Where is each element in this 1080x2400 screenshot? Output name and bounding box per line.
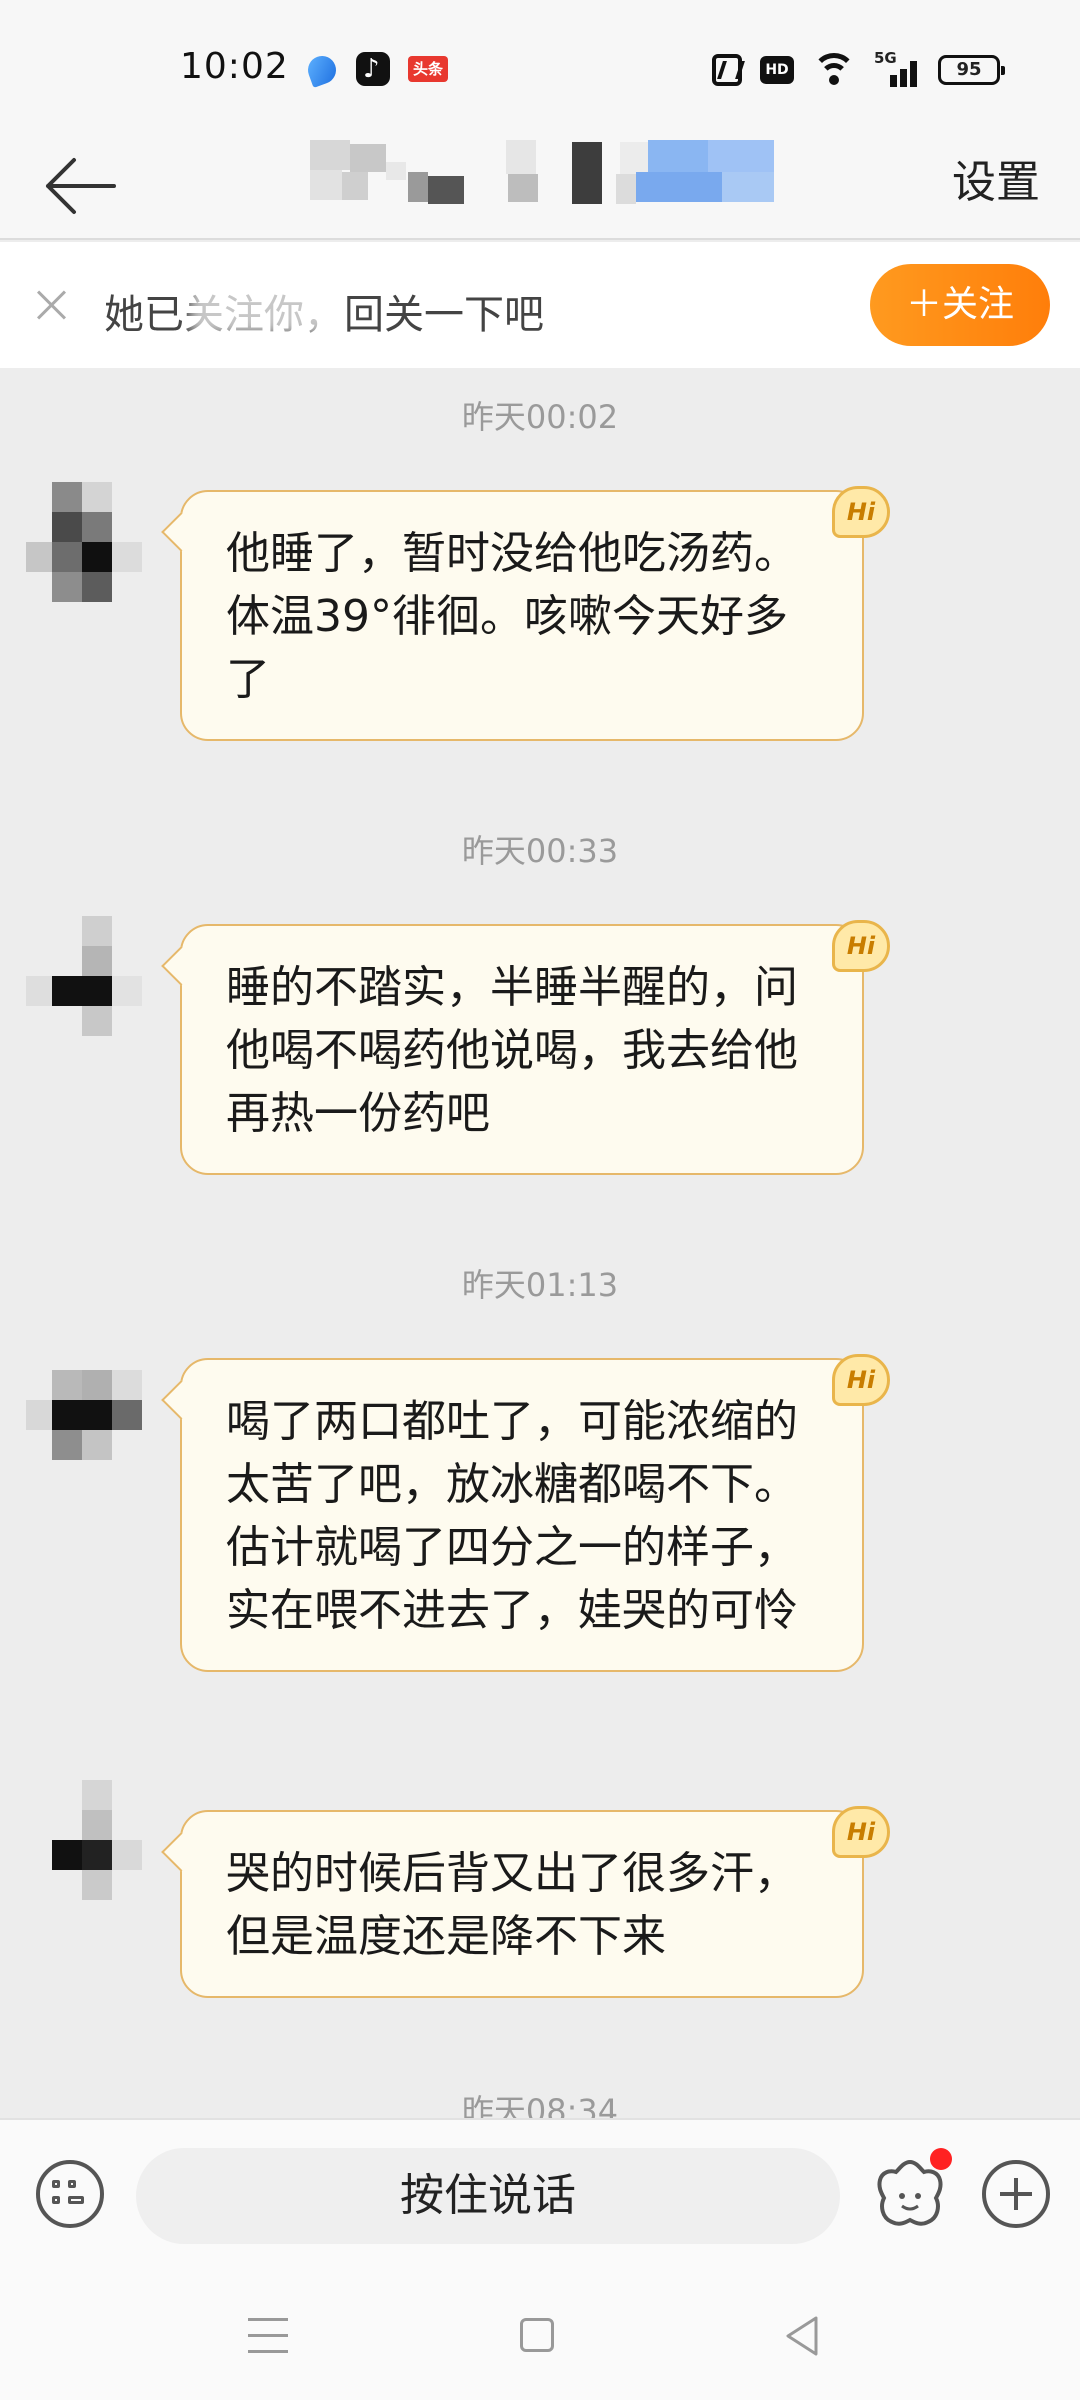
avatar[interactable] bbox=[26, 1350, 170, 1494]
avatar[interactable] bbox=[26, 482, 170, 626]
chat-list[interactable]: 昨天00:02 他睡了，暂时没给他吃汤药。体温39°徘徊。咳嗽今天好多了 Hi … bbox=[0, 368, 1080, 2118]
message-text: 睡的不踏实，半睡半醒的，问他喝不喝药他说喝，我去给他再热一份药吧 bbox=[226, 962, 798, 1139]
follow-banner: 她已关注你，回关一下吧 ＋关注 bbox=[0, 242, 1080, 368]
nfc-icon bbox=[712, 54, 742, 86]
avatar[interactable] bbox=[26, 1780, 170, 1924]
hi-badge-icon: Hi bbox=[832, 1354, 890, 1406]
message-bubble[interactable]: 他睡了，暂时没给他吃汤药。体温39°徘徊。咳嗽今天好多了 Hi bbox=[180, 486, 890, 741]
hi-badge-icon: Hi bbox=[832, 920, 890, 972]
wifi-icon bbox=[812, 53, 856, 87]
chat-header: 设置 bbox=[0, 132, 1080, 240]
message-bubble[interactable]: 哭的时候后背又出了很多汗，但是温度还是降不下来 Hi bbox=[180, 1806, 890, 1998]
nav-back-icon[interactable] bbox=[782, 2314, 822, 2358]
status-time: 10:02 bbox=[180, 46, 289, 87]
more-options-button[interactable] bbox=[982, 2160, 1050, 2228]
network-type: 5G bbox=[874, 49, 897, 67]
hi-badge-icon: Hi bbox=[832, 1806, 890, 1858]
message-timestamp: 昨天00:33 bbox=[461, 832, 619, 870]
tiktok-icon bbox=[356, 52, 390, 86]
message-text: 哭的时候后背又出了很多汗，但是温度还是降不下来 bbox=[226, 1848, 798, 1962]
hi-badge-icon: Hi bbox=[832, 486, 890, 538]
blur-overlay bbox=[190, 278, 330, 334]
blurred-contact-name bbox=[310, 140, 780, 212]
message-timestamp: 昨天00:02 bbox=[461, 398, 619, 436]
status-bar: 10:02 头条 HD 5G 95 bbox=[0, 0, 1080, 132]
hd-icon: HD bbox=[760, 56, 794, 84]
battery-icon: 95 bbox=[938, 55, 1005, 85]
emoji-button[interactable] bbox=[872, 2148, 952, 2232]
signal-icon: 5G bbox=[874, 49, 920, 87]
back-button[interactable] bbox=[40, 154, 120, 218]
message-text: 他睡了，暂时没给他吃汤药。体温39°徘徊。咳嗽今天好多了 bbox=[226, 528, 798, 705]
hold-to-talk-button[interactable]: 按住说话 bbox=[136, 2148, 840, 2244]
status-indicators: HD 5G 95 bbox=[712, 49, 1005, 90]
arrow-left-icon bbox=[46, 158, 116, 214]
app-notification-icon bbox=[304, 52, 340, 88]
follow-button[interactable]: ＋关注 bbox=[870, 264, 1050, 346]
nav-menu-icon[interactable] bbox=[248, 2318, 288, 2354]
nav-home-icon[interactable] bbox=[520, 2318, 554, 2352]
settings-button[interactable]: 设置 bbox=[952, 146, 1040, 210]
message-timestamp: 昨天01:13 bbox=[461, 1266, 619, 1304]
avatar[interactable] bbox=[26, 916, 170, 1060]
close-icon[interactable] bbox=[30, 282, 74, 326]
system-nav-bar bbox=[0, 2278, 1080, 2400]
toutiao-icon: 头条 bbox=[408, 56, 448, 82]
keyboard-toggle-button[interactable] bbox=[36, 2160, 104, 2228]
message-timestamp: 昨天08:34 bbox=[461, 2092, 619, 2118]
message-bubble[interactable]: 睡的不踏实，半睡半醒的，问他喝不喝药他说喝，我去给他再热一份药吧 Hi bbox=[180, 920, 890, 1175]
message-bubble[interactable]: 喝了两口都吐了，可能浓缩的太苦了吧，放冰糖都喝不下。估计就喝了四分之一的样子，实… bbox=[180, 1354, 890, 1672]
notification-dot bbox=[930, 2148, 952, 2170]
input-bar: 按住说话 bbox=[0, 2118, 1080, 2278]
message-text: 喝了两口都吐了，可能浓缩的太苦了吧，放冰糖都喝不下。估计就喝了四分之一的样子，实… bbox=[226, 1396, 798, 1636]
